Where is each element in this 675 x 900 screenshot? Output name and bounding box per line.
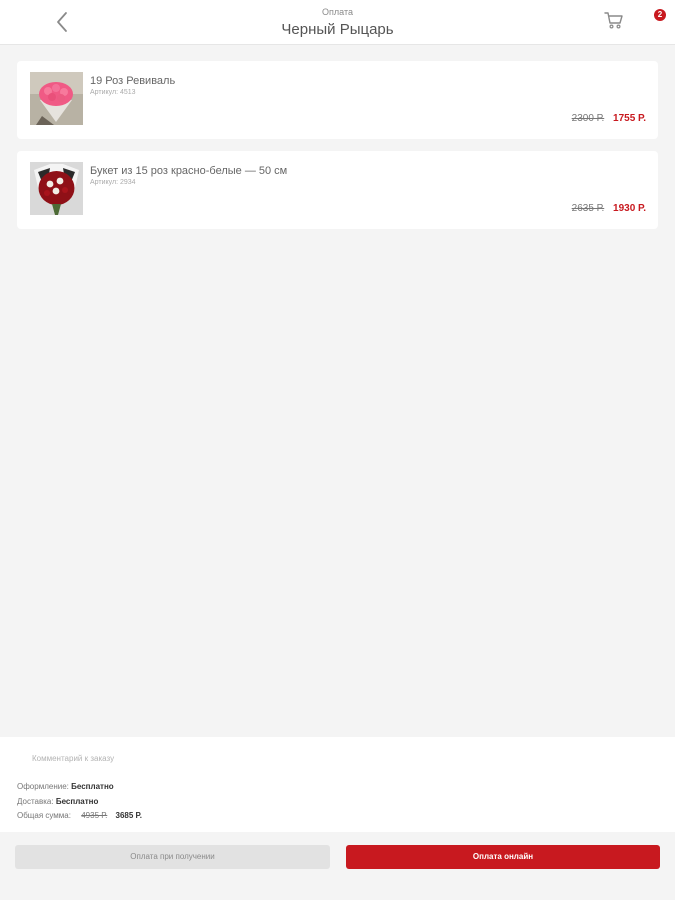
total-old-price: 4935 Р.	[81, 811, 108, 820]
total-label: Общая сумма:	[17, 811, 71, 820]
top-bar: Оплата Черный Рыцарь 2	[0, 0, 675, 45]
order-summary-panel: Комментарий к заказу Оформление: Бесплат…	[0, 737, 675, 832]
total-new-price: 3685 Р.	[115, 811, 142, 820]
cart-button[interactable]	[603, 9, 627, 33]
cart-item[interactable]: Букет из 15 роз красно-белые — 50 см Арт…	[17, 151, 658, 229]
cart-item[interactable]: 19 Роз Ревиваль Артикул: 4513 2300 Р. 17…	[17, 61, 658, 139]
delivery-value: Бесплатно	[55, 797, 99, 806]
order-comment-field[interactable]: Комментарий к заказу	[32, 754, 114, 763]
item-name: Букет из 15 роз красно-белые — 50 см	[90, 165, 288, 177]
processing-value: Бесплатно	[71, 782, 114, 791]
pay-online-button[interactable]: Оплата онлайн	[346, 845, 660, 869]
new-price: 1930 Р.	[613, 203, 646, 214]
product-image[interactable]	[30, 72, 83, 125]
delivery-label: Доставка:	[17, 797, 54, 806]
processing-label: Оформление:	[17, 782, 69, 791]
page-subtitle: Оплата	[322, 7, 353, 17]
processing-fee-row: Оформление: Бесплатно	[17, 782, 114, 791]
delivery-fee-row: Доставка: Бесплатно	[17, 797, 98, 806]
pay-on-delivery-button[interactable]: Оплата при получении	[15, 845, 330, 869]
pink-roses-bouquet-photo	[30, 72, 83, 125]
item-sku: Артикул: 4513	[90, 89, 136, 96]
header-titles: Оплата Черный Рыцарь	[0, 7, 675, 41]
old-price: 2635 Р.	[571, 203, 605, 214]
item-prices: 2300 Р. 1755 Р.	[572, 113, 646, 124]
item-name: 19 Роз Ревиваль	[90, 75, 176, 87]
item-prices: 2635 Р. 1930 Р.	[572, 203, 646, 214]
old-price: 2300 Р.	[571, 113, 605, 124]
total-row: Общая сумма: 4935 Р. 3685 Р.	[17, 811, 142, 820]
new-price: 1755 Р.	[613, 113, 646, 124]
cart-count-badge: 2	[654, 9, 666, 21]
page-title: Черный Рыцарь	[281, 21, 394, 38]
item-sku: Артикул: 2934	[90, 179, 136, 186]
red-white-roses-bouquet-photo	[30, 162, 83, 215]
product-image[interactable]	[30, 162, 83, 215]
cart-icon	[604, 12, 623, 29]
